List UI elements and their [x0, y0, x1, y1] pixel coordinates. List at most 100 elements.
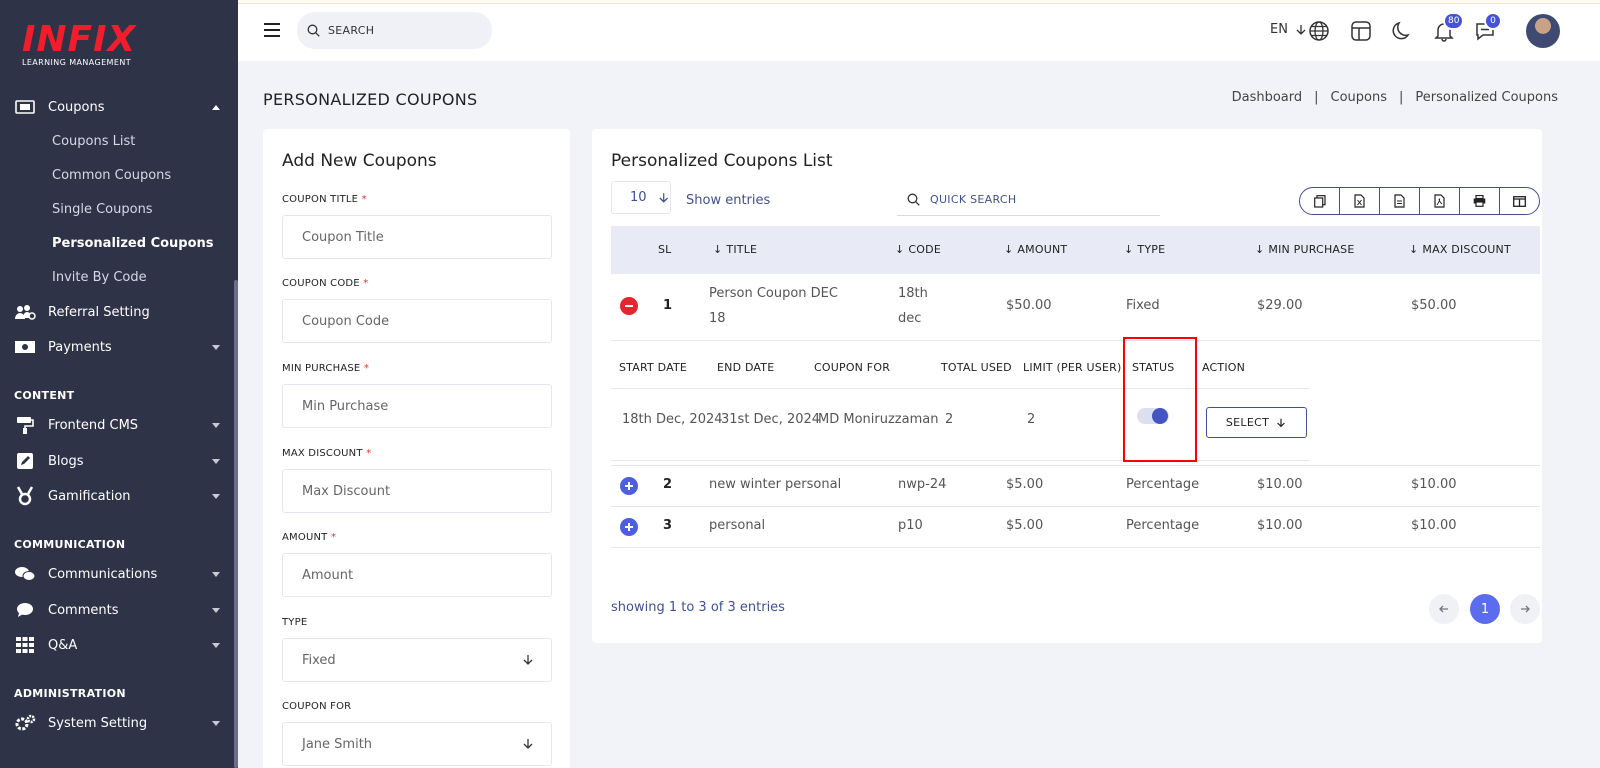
- section-title-communication: COMMUNICATION: [14, 538, 126, 551]
- section-title-administration: ADMINISTRATION: [14, 687, 126, 700]
- sidebar-item-qa[interactable]: Q&A: [14, 634, 220, 656]
- messages-button[interactable]: 0: [1474, 12, 1502, 42]
- language-select[interactable]: EN: [1270, 22, 1308, 37]
- sidebar-item-comments[interactable]: Comments: [14, 599, 220, 621]
- coupon-title-input[interactable]: Coupon Title: [282, 215, 552, 259]
- detail-end-date: 31st Dec, 2024: [721, 412, 821, 427]
- sidebar-item-coupons[interactable]: Coupons: [14, 96, 220, 118]
- sidebar-item-label: Blogs: [48, 453, 84, 469]
- detail-total-used: 2: [945, 412, 954, 427]
- pdf-button[interactable]: [1420, 188, 1460, 214]
- detail-header-end-date: END DATE: [717, 361, 775, 374]
- min-purchase-label: MIN PURCHASE *: [282, 363, 370, 374]
- paint-roller-icon: [14, 416, 36, 434]
- csv-button[interactable]: [1380, 188, 1420, 214]
- sidebar-item-gamification[interactable]: Gamification: [14, 485, 220, 507]
- sort-arrow-icon: ↓: [713, 243, 723, 256]
- coupon-list-panel: Personalized Coupons List 10 Show entrie…: [592, 129, 1542, 643]
- add-coupon-form: Add New Coupons COUPON TITLE * Coupon Ti…: [263, 129, 570, 768]
- sidebar-subitem-personalized-coupons[interactable]: Personalized Coupons: [52, 236, 214, 251]
- column-header-type[interactable]: ↓ TYPE: [1124, 243, 1165, 256]
- medal-icon: [14, 486, 36, 506]
- action-select-button[interactable]: SELECT: [1206, 407, 1307, 438]
- max-discount-label: MAX DISCOUNT *: [282, 448, 372, 459]
- logo[interactable]: INFIX LEARNING MANAGEMENT: [22, 19, 137, 68]
- avatar[interactable]: [1526, 14, 1560, 48]
- print-icon: [1473, 195, 1486, 207]
- globe-icon[interactable]: [1308, 20, 1330, 42]
- next-page-button[interactable]: [1510, 594, 1540, 624]
- sidebar-subitem-coupons-list[interactable]: Coupons List: [52, 134, 135, 149]
- sidebar-item-payments[interactable]: Payments: [14, 336, 220, 358]
- row-2-sl: 2: [663, 477, 673, 492]
- minus-icon: [625, 305, 633, 307]
- row-1-code-line1: 18th: [898, 286, 928, 301]
- money-icon: [14, 338, 36, 356]
- sidebar-subitem-invite-by-code[interactable]: Invite By Code: [52, 270, 147, 285]
- detail-header-start-date: START DATE: [619, 361, 688, 374]
- sidebar-subitem-common-coupons[interactable]: Common Coupons: [52, 168, 171, 183]
- coupon-code-input[interactable]: Coupon Code: [282, 299, 552, 343]
- chevron-down-icon: [212, 422, 220, 428]
- expand-row-button[interactable]: [620, 477, 638, 495]
- column-header-code[interactable]: ↓ CODE: [895, 243, 941, 256]
- sidebar-item-label: Gamification: [48, 488, 131, 504]
- column-header-max-discount[interactable]: ↓ MAX DISCOUNT: [1409, 243, 1511, 256]
- print-button[interactable]: [1460, 188, 1500, 214]
- entries-select[interactable]: 10: [611, 181, 671, 214]
- sidebar-subitem-single-coupons[interactable]: Single Coupons: [52, 202, 153, 217]
- column-header-min-purchase[interactable]: ↓ MIN PURCHASE: [1255, 243, 1354, 256]
- sidebar-item-communications[interactable]: Communications: [14, 563, 220, 585]
- sidebar-item-frontend-cms[interactable]: Frontend CMS: [14, 414, 220, 436]
- layout-icon[interactable]: [1350, 20, 1372, 42]
- sidebar-item-system-setting[interactable]: System Setting: [14, 712, 220, 734]
- excel-button[interactable]: [1340, 188, 1380, 214]
- row-divider: [611, 547, 1540, 548]
- breadcrumb-coupons[interactable]: Coupons: [1331, 90, 1388, 105]
- menu-toggle-icon[interactable]: [264, 23, 280, 37]
- moon-icon[interactable]: [1391, 20, 1413, 42]
- coupon-title-label: COUPON TITLE *: [282, 194, 367, 205]
- sidebar-item-label: System Setting: [48, 715, 148, 731]
- page-1-button[interactable]: 1: [1470, 594, 1500, 624]
- type-select[interactable]: Fixed: [282, 638, 552, 682]
- detail-divider: [611, 388, 1310, 389]
- sidebar-scrollbar[interactable]: [234, 280, 238, 768]
- sidebar-item-blogs[interactable]: Blogs: [14, 450, 220, 472]
- collapse-row-button[interactable]: [620, 297, 638, 315]
- chevron-down-icon: [212, 493, 220, 499]
- language-label: EN: [1270, 22, 1288, 37]
- column-header-amount[interactable]: ↓ AMOUNT: [1004, 243, 1067, 256]
- row-1-title-line2: 18: [709, 311, 726, 326]
- max-discount-input[interactable]: Max Discount: [282, 469, 552, 513]
- breadcrumb-separator: |: [1399, 90, 1404, 105]
- chat-bubbles-icon: [14, 565, 36, 583]
- notifications-bell[interactable]: 80: [1433, 12, 1465, 42]
- amount-input[interactable]: Amount: [282, 553, 552, 597]
- coupon-code-label: COUPON CODE *: [282, 278, 369, 289]
- row-2-code: nwp-24: [898, 477, 947, 492]
- column-header-title[interactable]: ↓ TITLE: [713, 243, 757, 256]
- chevron-down-icon: [212, 571, 220, 577]
- column-header-sl[interactable]: SL: [658, 243, 672, 256]
- quick-search-input[interactable]: QUICK SEARCH: [897, 184, 1160, 216]
- chevron-down-icon: [212, 720, 220, 726]
- search-input[interactable]: SEARCH: [297, 12, 492, 49]
- expand-row-button[interactable]: [620, 518, 638, 536]
- previous-page-button[interactable]: [1429, 594, 1459, 624]
- coupon-for-select[interactable]: Jane Smith: [282, 722, 552, 766]
- search-icon: [907, 193, 920, 206]
- row-2-max-discount: $10.00: [1411, 477, 1457, 492]
- columns-button[interactable]: [1500, 188, 1539, 214]
- breadcrumb-dashboard[interactable]: Dashboard: [1232, 90, 1303, 105]
- row-1-title-line1: Person Coupon DEC: [709, 286, 838, 301]
- sort-arrow-icon: ↓: [1124, 243, 1134, 256]
- show-entries-label: Show entries: [686, 193, 771, 208]
- arrow-down-icon: [523, 655, 533, 665]
- logo-text: INFIX: [22, 19, 137, 60]
- min-purchase-input[interactable]: Min Purchase: [282, 384, 552, 428]
- copy-button[interactable]: [1300, 188, 1340, 214]
- sort-arrow-icon: ↓: [1004, 243, 1014, 256]
- users-gear-icon: [14, 303, 36, 321]
- sidebar-item-referral[interactable]: Referral Setting: [14, 301, 220, 323]
